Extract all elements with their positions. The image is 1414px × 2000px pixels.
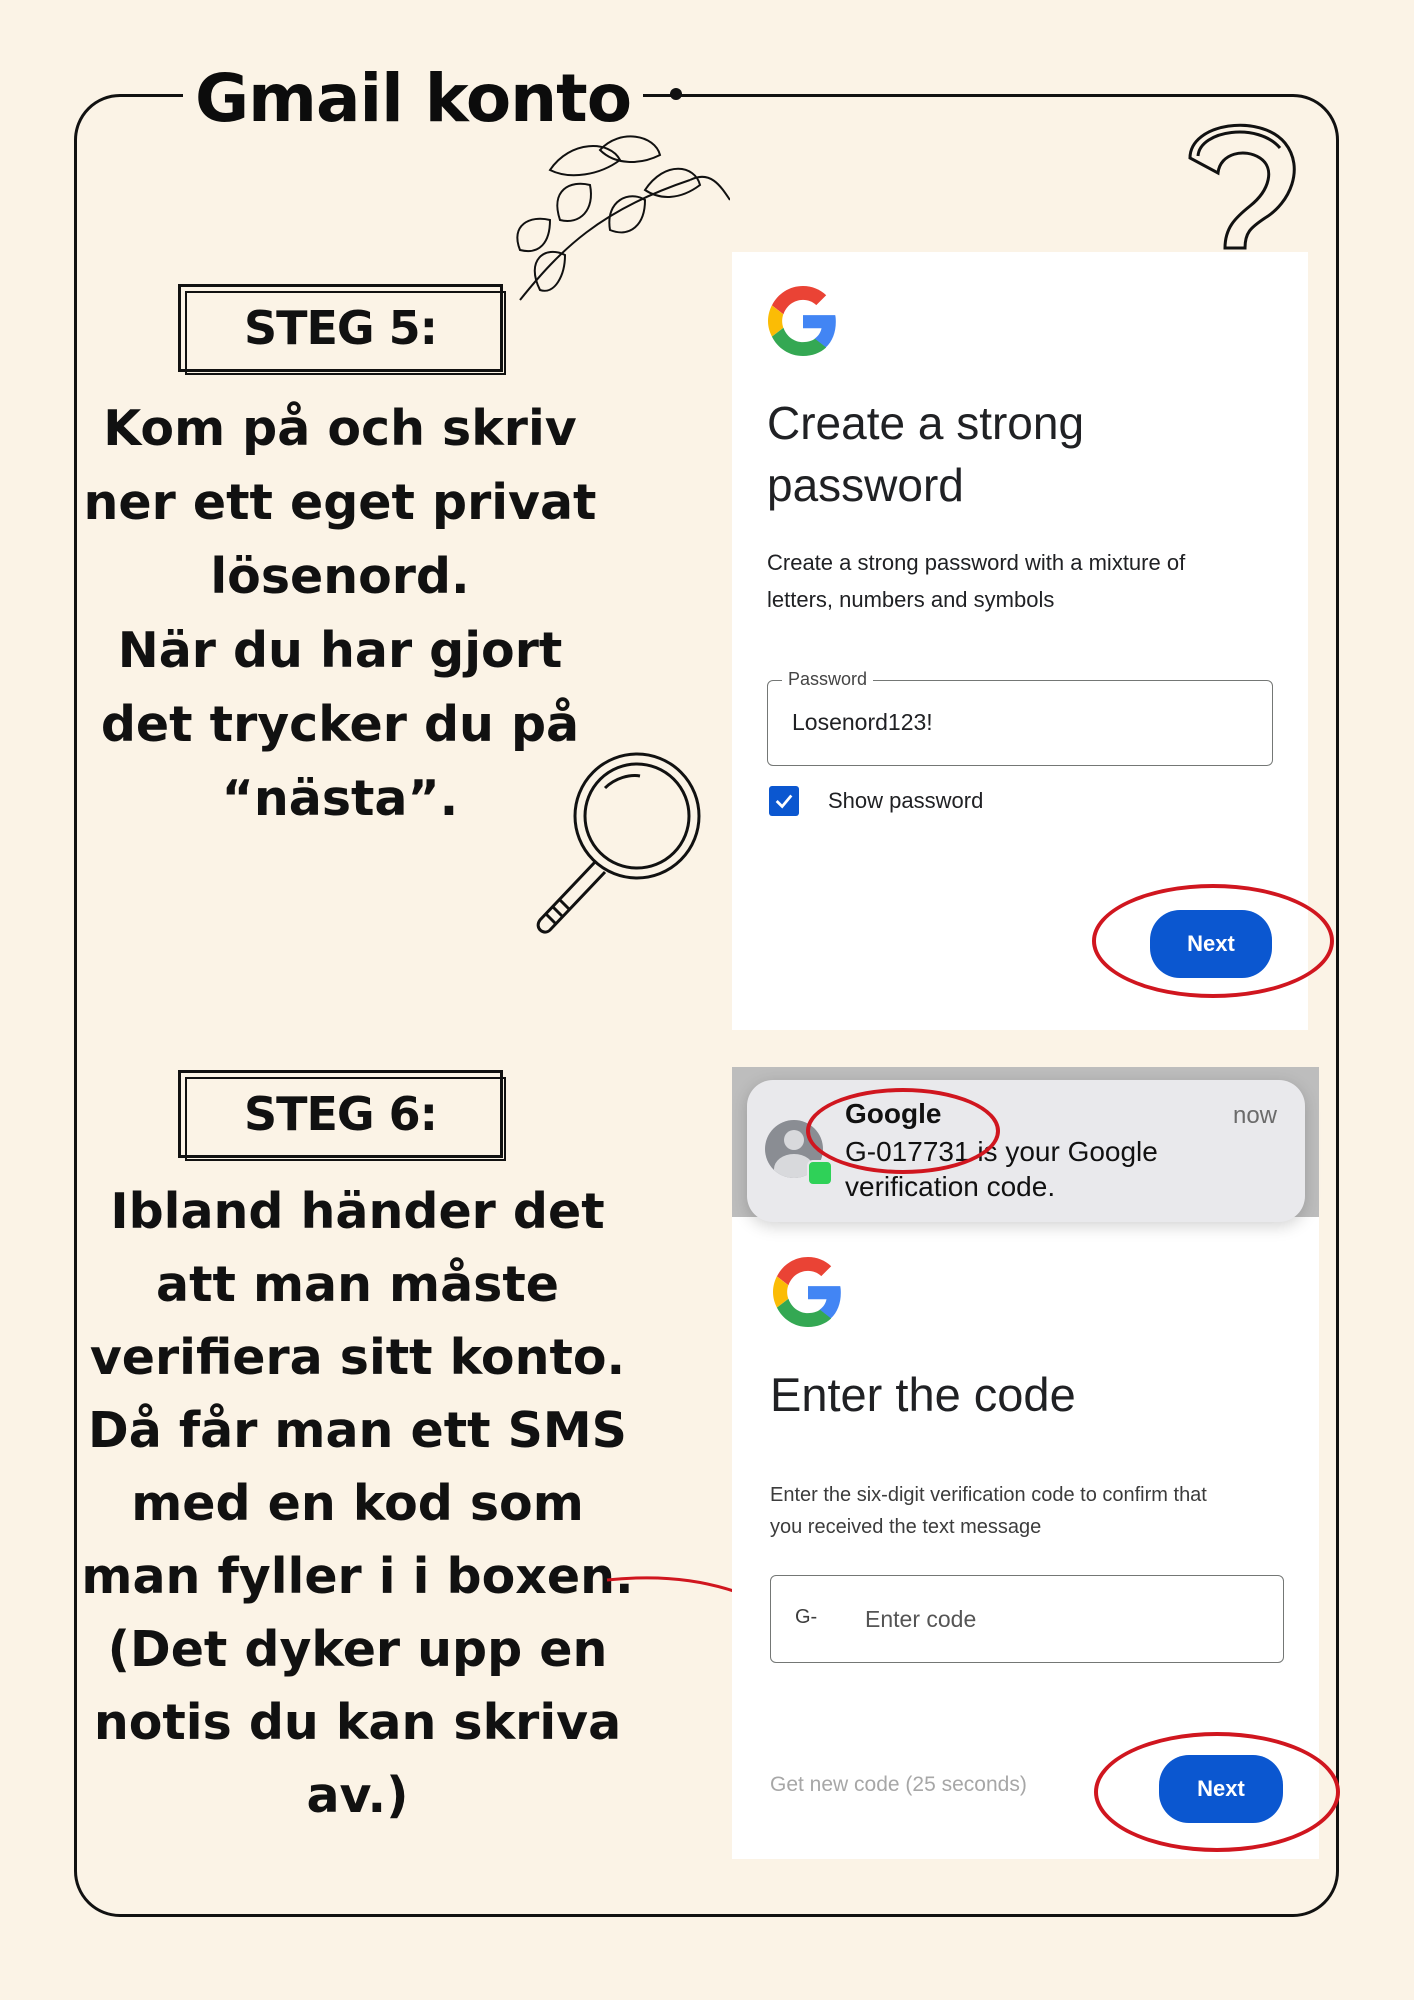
sender-highlight-circle [806, 1088, 1000, 1174]
instruction-line: det trycker du på [100, 696, 580, 753]
code-screen-description: Enter the six-digit verification code to… [770, 1479, 1207, 1543]
step5-instruction: Kom på och skriv ner ett eget privat lös… [80, 392, 600, 836]
description-line: Create a strong password with a mixture … [767, 550, 1186, 575]
step5-label-box: STEG 5: [178, 284, 506, 375]
step6-label-box: STEG 6: [178, 1070, 506, 1161]
google-logo-icon [768, 286, 836, 356]
title-line: Create a strong [767, 397, 1085, 449]
next-button-highlight-circle [1094, 1732, 1340, 1852]
instruction-line: att man måste [156, 1256, 559, 1313]
show-password-checkbox[interactable] [769, 786, 799, 816]
instruction-line: Kom på och skriv [103, 400, 577, 457]
description-line: you received the text message [770, 1516, 1042, 1538]
instruction-line: ner ett eget privat [83, 474, 597, 531]
message-line: verification code. [845, 1171, 1056, 1202]
title-line: password [767, 459, 964, 511]
google-logo-icon [773, 1257, 841, 1327]
password-screen-description: Create a strong password with a mixture … [767, 544, 1185, 618]
step6-label: STEG 6: [243, 1087, 438, 1141]
get-new-code-link[interactable]: Get new code (25 seconds) [770, 1773, 1027, 1797]
show-password-label[interactable]: Show password [828, 788, 983, 814]
instruction-line: verifiera sitt konto. [89, 1329, 626, 1386]
leaf-branch-icon [516, 135, 730, 301]
title-dot-right [670, 88, 682, 100]
page-title: Gmail konto [195, 59, 632, 137]
step5-label: STEG 5: [243, 301, 438, 355]
instruction-line: När du har gjort [117, 622, 563, 679]
password-field-value[interactable]: Losenord123! [792, 709, 933, 736]
code-input-placeholder[interactable]: Enter code [865, 1606, 976, 1633]
code-input-field[interactable]: G- Enter code [770, 1575, 1284, 1663]
instruction-line: lösenord. [210, 548, 470, 605]
instruction-line: Då får man ett SMS [88, 1402, 627, 1459]
step6-instruction: Ibland händer det att man måste verifier… [80, 1175, 635, 1832]
instruction-line: Ibland händer det [110, 1183, 605, 1240]
next-button-highlight-circle [1092, 884, 1334, 998]
instruction-line: av.) [306, 1767, 409, 1824]
description-line: Enter the six-digit verification code to… [770, 1484, 1207, 1506]
messages-app-icon [807, 1160, 833, 1186]
checkmark-icon [775, 794, 793, 809]
notification-time: now [1232, 1102, 1277, 1129]
description-line: letters, numbers and symbols [767, 587, 1055, 612]
instruction-line: med en kod som [131, 1475, 584, 1532]
instruction-line: man fyller i i boxen. [81, 1548, 634, 1605]
code-prefix: G- [795, 1606, 818, 1628]
instruction-line: (Det dyker upp en [107, 1621, 608, 1678]
code-screen-title: Enter the code [770, 1368, 1076, 1421]
password-field[interactable]: Password Losenord123! [767, 669, 1273, 766]
password-screen-title: Create a strong password [767, 392, 1084, 516]
password-field-label: Password [782, 669, 874, 690]
instruction-line: notis du kan skriva [93, 1694, 622, 1751]
instruction-line: “nästa”. [221, 770, 459, 827]
